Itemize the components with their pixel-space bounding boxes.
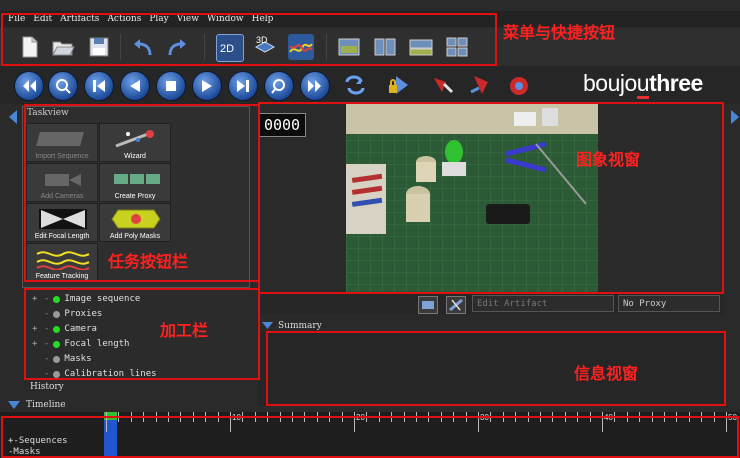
collapse-right-arrow-icon[interactable] bbox=[730, 110, 740, 124]
logo-text-accent: u bbox=[636, 70, 650, 99]
play-reverse-icon[interactable] bbox=[120, 71, 150, 101]
timeline-header[interactable]: Timeline bbox=[26, 400, 66, 410]
annotation-box-menu-toolbar bbox=[1, 13, 497, 66]
annotation-box-timeline bbox=[1, 416, 739, 458]
next-keyframe-icon[interactable] bbox=[264, 71, 294, 101]
annotation-box-info-view bbox=[266, 331, 726, 406]
collapse-left-arrow-icon[interactable] bbox=[8, 110, 18, 124]
camera-solve-icon[interactable] bbox=[430, 72, 456, 98]
annotation-label-info-view: 信息视窗 bbox=[574, 364, 639, 383]
step-back-icon[interactable] bbox=[84, 71, 114, 101]
summary-header[interactable]: Summary bbox=[278, 321, 322, 331]
annotation-label-image-view: 图象视窗 bbox=[576, 150, 641, 169]
track-solve-icon[interactable] bbox=[468, 72, 494, 98]
lock-track-icon[interactable] bbox=[386, 72, 412, 98]
annotation-box-image-view bbox=[258, 102, 724, 294]
previous-keyframe-icon[interactable] bbox=[48, 71, 78, 101]
go-to-start-icon[interactable] bbox=[14, 71, 44, 101]
annotation-label-menu-toolbar: 菜单与快捷按钮 bbox=[503, 23, 616, 42]
render-icon[interactable] bbox=[506, 72, 532, 98]
logo-text-bold: three bbox=[649, 70, 703, 96]
boujou-three-logo: boujouthree bbox=[583, 70, 703, 99]
proxy-selector[interactable]: No Proxy bbox=[618, 295, 720, 312]
annotation-box-processing bbox=[24, 288, 260, 380]
annotation-label-processing: 加工栏 bbox=[160, 321, 209, 340]
edit-artifact-field[interactable]: Edit Artifact bbox=[472, 295, 614, 312]
annotation-label-task-buttons: 任务按钮栏 bbox=[108, 252, 189, 271]
go-to-end-icon[interactable] bbox=[300, 71, 330, 101]
stop-icon[interactable] bbox=[156, 71, 186, 101]
timeline-collapse-icon[interactable] bbox=[8, 401, 20, 410]
history-header[interactable]: History bbox=[30, 382, 64, 392]
edit-tool-icon[interactable] bbox=[446, 296, 466, 314]
step-forward-icon[interactable] bbox=[228, 71, 258, 101]
play-icon[interactable] bbox=[192, 71, 222, 101]
image-view-bar: Edit Artifact No Proxy bbox=[258, 294, 724, 314]
boujou-app-window: File Edit Artifacts Actions Play View Window He… bbox=[0, 0, 740, 458]
summary-collapse-icon[interactable] bbox=[262, 322, 273, 330]
loop-icon[interactable] bbox=[342, 72, 368, 98]
view-mode-icon[interactable] bbox=[418, 296, 438, 314]
logo-text: boujo bbox=[583, 70, 637, 96]
